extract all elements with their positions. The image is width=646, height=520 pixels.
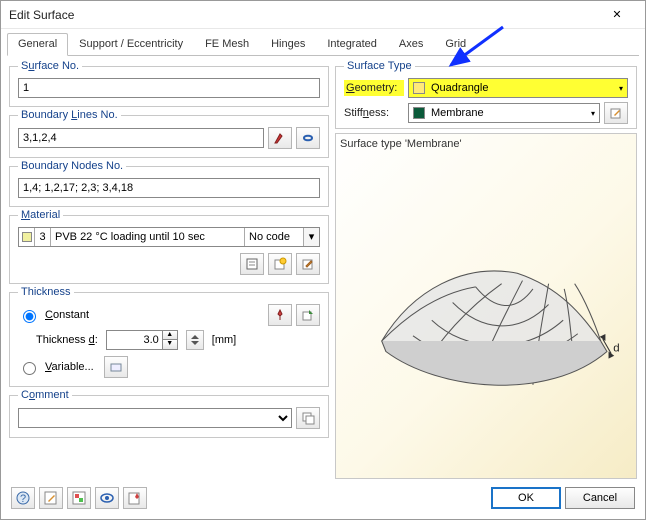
surface-no-legend: Surface No. bbox=[18, 60, 82, 72]
d-annotation: d bbox=[613, 342, 619, 354]
toolbar-button-4[interactable] bbox=[95, 487, 119, 509]
tab-general[interactable]: General bbox=[7, 33, 68, 56]
window-title: Edit Surface bbox=[9, 8, 597, 22]
export-icon bbox=[301, 308, 315, 322]
toolbar-button-5[interactable] bbox=[123, 487, 147, 509]
chevron-down-icon: ▾ bbox=[619, 84, 623, 93]
thickness-export-button[interactable] bbox=[296, 304, 320, 326]
edit-icon bbox=[301, 257, 315, 271]
thickness-constant-label: Constant bbox=[45, 309, 89, 321]
close-icon: ✕ bbox=[612, 8, 621, 21]
help-button[interactable]: ? bbox=[11, 487, 35, 509]
stiffness-value: Membrane bbox=[431, 107, 484, 119]
thickness-d-stepper-button[interactable] bbox=[186, 330, 204, 350]
thickness-d-spinner[interactable]: ▲▼ bbox=[106, 330, 178, 350]
material-library-button[interactable] bbox=[240, 253, 264, 275]
comment-legend: Comment bbox=[18, 389, 72, 401]
spin-down-button[interactable]: ▼ bbox=[163, 340, 177, 349]
stepper-icon bbox=[190, 334, 200, 346]
thickness-variable-radio[interactable]: Variable... bbox=[18, 359, 94, 375]
comment-combo[interactable] bbox=[18, 408, 292, 428]
material-id: 3 bbox=[35, 228, 51, 246]
select-lines-button[interactable] bbox=[296, 127, 320, 149]
material-swatch-icon bbox=[19, 228, 35, 246]
copy-icon bbox=[301, 411, 315, 425]
help-icon: ? bbox=[15, 490, 31, 506]
thickness-d-label: Thickness d: bbox=[36, 334, 98, 346]
thickness-d-input[interactable] bbox=[106, 330, 162, 350]
edit-icon bbox=[609, 106, 623, 120]
stiffness-label: Stiffness: bbox=[344, 107, 404, 119]
variable-icon bbox=[109, 360, 123, 374]
stiffness-swatch-icon bbox=[413, 107, 425, 119]
eye-icon bbox=[99, 490, 115, 506]
sheet-color-icon bbox=[71, 490, 87, 506]
material-edit-button[interactable] bbox=[296, 253, 320, 275]
thickness-d-unit: [mm] bbox=[212, 334, 236, 346]
group-boundary-lines: Boundary Lines No. bbox=[9, 109, 329, 158]
group-comment: Comment bbox=[9, 389, 329, 438]
select-icon bbox=[301, 131, 315, 145]
group-surface-no: Surface No. bbox=[9, 60, 329, 107]
boundary-lines-input[interactable] bbox=[18, 128, 264, 148]
tab-grid[interactable]: Grid bbox=[434, 33, 477, 56]
material-new-button[interactable] bbox=[268, 253, 292, 275]
stiffness-edit-button[interactable] bbox=[604, 102, 628, 124]
boundary-nodes-input[interactable] bbox=[18, 178, 320, 198]
tab-integrated[interactable]: Integrated bbox=[316, 33, 388, 56]
group-boundary-nodes: Boundary Nodes No. bbox=[9, 160, 329, 207]
group-material: Material 3 PVB 22 °C loading until 10 se… bbox=[9, 209, 329, 284]
material-combo[interactable]: 3 PVB 22 °C loading until 10 sec No code… bbox=[18, 227, 320, 247]
thickness-constant-radio[interactable]: Constant bbox=[18, 307, 89, 323]
thickness-variable-edit-button[interactable] bbox=[104, 356, 128, 378]
close-button[interactable]: ✕ bbox=[597, 2, 637, 28]
surface-type-legend: Surface Type bbox=[344, 60, 415, 72]
tab-support-eccentricity[interactable]: Support / Eccentricity bbox=[68, 33, 194, 56]
ok-button[interactable]: OK bbox=[491, 487, 561, 509]
new-icon bbox=[273, 257, 287, 271]
thickness-variable-label: Variable... bbox=[45, 361, 94, 373]
sheet-pin-icon bbox=[127, 490, 143, 506]
tab-hinges[interactable]: Hinges bbox=[260, 33, 316, 56]
pin-icon bbox=[273, 308, 287, 322]
material-code: No code bbox=[245, 228, 303, 246]
tab-bar: General Support / Eccentricity FE Mesh H… bbox=[7, 33, 639, 56]
toolbar-button-3[interactable] bbox=[67, 487, 91, 509]
thickness-pin-button[interactable] bbox=[268, 304, 292, 326]
spin-up-button[interactable]: ▲ bbox=[163, 331, 177, 340]
membrane-surface-icon: d bbox=[340, 150, 632, 459]
material-name: PVB 22 °C loading until 10 sec bbox=[51, 228, 245, 246]
cancel-button[interactable]: Cancel bbox=[565, 487, 635, 509]
toolbar-button-2[interactable] bbox=[39, 487, 63, 509]
stiffness-combo[interactable]: Membrane ▾ bbox=[408, 103, 600, 123]
geometry-swatch-icon bbox=[413, 82, 425, 94]
thickness-constant-radio-input[interactable] bbox=[23, 310, 36, 323]
group-surface-type: Surface Type Geometry: Quadrangle ▾ Stif… bbox=[335, 60, 637, 129]
material-legend: Material bbox=[18, 209, 63, 221]
pick-icon bbox=[273, 131, 287, 145]
surface-no-input[interactable] bbox=[18, 78, 320, 98]
comment-copy-button[interactable] bbox=[296, 407, 320, 429]
chevron-down-icon[interactable]: ▾ bbox=[303, 228, 319, 246]
sheet-edit-icon bbox=[43, 490, 59, 506]
chevron-down-icon: ▾ bbox=[591, 109, 595, 118]
geometry-value: Quadrangle bbox=[431, 82, 489, 94]
thickness-variable-radio-input[interactable] bbox=[23, 362, 36, 375]
geometry-label: Geometry: bbox=[344, 80, 404, 96]
group-thickness: Thickness Constant Thickness d: bbox=[9, 286, 329, 387]
book-icon bbox=[245, 257, 259, 271]
boundary-lines-legend: Boundary Lines No. bbox=[18, 109, 121, 121]
svg-text:?: ? bbox=[20, 493, 26, 505]
thickness-legend: Thickness bbox=[18, 286, 74, 298]
boundary-nodes-legend: Boundary Nodes No. bbox=[18, 160, 126, 172]
surface-type-preview: Surface type 'Membrane' bbox=[335, 133, 637, 479]
tab-fe-mesh[interactable]: FE Mesh bbox=[194, 33, 260, 56]
geometry-combo[interactable]: Quadrangle ▾ bbox=[408, 78, 628, 98]
preview-caption: Surface type 'Membrane' bbox=[340, 138, 632, 150]
tab-axes[interactable]: Axes bbox=[388, 33, 434, 56]
pick-lines-button[interactable] bbox=[268, 127, 292, 149]
